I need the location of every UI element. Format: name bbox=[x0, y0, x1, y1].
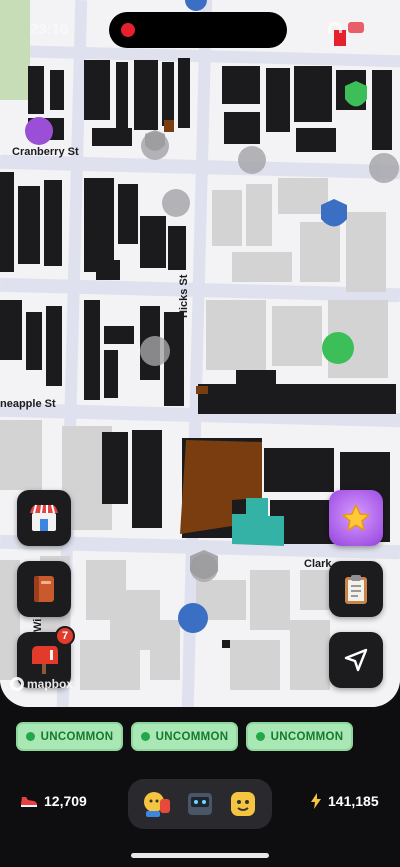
duo-avatar-icon bbox=[144, 792, 171, 817]
clipboard-icon bbox=[345, 575, 367, 604]
rarity-label: UNCOMMON bbox=[155, 730, 229, 743]
rarity-pill[interactable]: UNCOMMON bbox=[16, 722, 123, 751]
locate-button[interactable] bbox=[329, 632, 383, 688]
store-button[interactable] bbox=[17, 490, 71, 546]
home-indicator[interactable] bbox=[131, 853, 269, 858]
energy-value: 141,185 bbox=[328, 793, 379, 809]
rarity-pill[interactable]: UNCOMMON bbox=[246, 722, 353, 751]
street-label-willow: Wi bbox=[32, 618, 44, 632]
battery-icon bbox=[348, 22, 364, 33]
map-view[interactable]: Cranberry St Hicks St neapple St Clark W… bbox=[0, 0, 400, 707]
location-arrow-icon bbox=[344, 648, 368, 672]
store-icon bbox=[30, 504, 58, 531]
mapbox-label: mapbox bbox=[27, 677, 74, 691]
recording-indicator bbox=[121, 23, 135, 37]
street-label-cranberry: Cranberry St bbox=[12, 146, 79, 158]
mailbox-badge: 7 bbox=[55, 626, 75, 646]
quests-button[interactable] bbox=[329, 561, 383, 617]
robot-avatar-icon bbox=[187, 793, 212, 815]
rarity-dot-icon bbox=[255, 732, 265, 741]
rarity-dot-icon bbox=[140, 732, 150, 741]
wifi-icon bbox=[328, 22, 342, 33]
avatar-tray[interactable] bbox=[128, 779, 272, 829]
lightning-icon bbox=[311, 793, 321, 809]
rarity-label: UNCOMMON bbox=[270, 730, 344, 743]
status-time: 23:10 bbox=[30, 21, 69, 38]
mapbox-logo-icon bbox=[10, 677, 24, 691]
smiley-avatar-icon bbox=[230, 792, 255, 816]
street-label-pineapple: neapple St bbox=[0, 398, 56, 410]
rewards-button[interactable] bbox=[329, 490, 383, 546]
dynamic-island bbox=[109, 12, 287, 48]
energy-stat: 141,185 bbox=[310, 793, 379, 809]
street-label-clark: Clark bbox=[304, 558, 332, 570]
street-label-hicks: Hicks St bbox=[178, 274, 190, 318]
mailbox-icon bbox=[32, 646, 58, 674]
steps-value: 12,709 bbox=[44, 793, 87, 809]
sneaker-icon bbox=[21, 797, 37, 807]
rarity-label: UNCOMMON bbox=[40, 730, 114, 743]
rarity-pill[interactable]: UNCOMMON bbox=[131, 722, 238, 751]
bottom-bar: 12,709 141,185 bbox=[0, 775, 400, 835]
journal-button[interactable] bbox=[17, 561, 71, 617]
rarity-dot-icon bbox=[25, 732, 35, 741]
steps-stat: 12,709 bbox=[20, 793, 87, 809]
status-icons bbox=[328, 22, 364, 33]
star-icon bbox=[342, 504, 370, 531]
book-icon bbox=[34, 576, 54, 602]
mapbox-attribution[interactable]: mapbox bbox=[10, 677, 73, 691]
